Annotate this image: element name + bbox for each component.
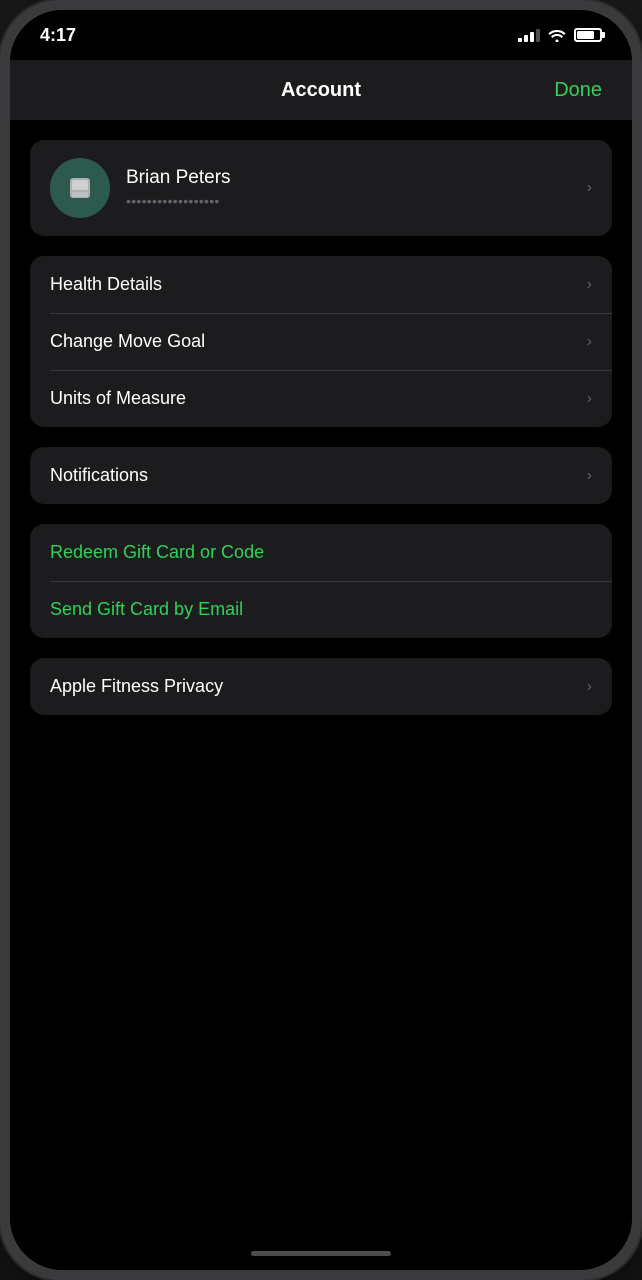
wifi-icon [548,28,566,42]
units-of-measure-chevron: › [587,390,592,408]
apple-fitness-privacy-label: Apple Fitness Privacy [50,676,223,697]
profile-row[interactable]: Brian Peters •••••••••••••••••• › [30,140,612,236]
settings-section: Health Details › Change Move Goal › Unit… [30,256,612,427]
profile-name: Brian Peters [126,167,571,189]
profile-info: Brian Peters •••••••••••••••••• [126,167,571,209]
signal-icon [518,28,540,42]
notifications-row[interactable]: Notifications › [30,447,612,504]
send-gift-card-label: Send Gift Card by Email [50,599,243,620]
phone-frame: 4:17 Account Done [0,0,642,1280]
avatar-image [62,170,98,206]
battery-icon [574,28,602,42]
avatar [50,158,110,218]
notifications-label: Notifications [50,465,148,486]
screen: 4:17 Account Done [10,10,632,1270]
units-of-measure-row[interactable]: Units of Measure › [30,370,612,427]
health-details-label: Health Details [50,274,162,295]
status-icons [518,28,602,42]
profile-chevron: › [587,179,592,197]
health-details-row[interactable]: Health Details › [30,256,612,313]
change-move-goal-row[interactable]: Change Move Goal › [30,313,612,370]
home-indicator [10,1236,632,1270]
profile-card: Brian Peters •••••••••••••••••• › [30,140,612,236]
redeem-gift-card-label: Redeem Gift Card or Code [50,542,264,563]
change-move-goal-chevron: › [587,333,592,351]
health-details-chevron: › [587,276,592,294]
notifications-section: Notifications › [30,447,612,504]
gift-section: Redeem Gift Card or Code Send Gift Card … [30,524,612,638]
home-bar [251,1251,391,1256]
notch [241,10,401,42]
page-title: Account [281,79,361,102]
nav-bar: Account Done [10,60,632,120]
privacy-section: Apple Fitness Privacy › [30,658,612,715]
send-gift-card-row[interactable]: Send Gift Card by Email [30,581,612,638]
apple-fitness-privacy-row[interactable]: Apple Fitness Privacy › [30,658,612,715]
done-button[interactable]: Done [554,79,602,102]
status-time: 4:17 [40,25,76,46]
notifications-chevron: › [587,467,592,485]
redeem-gift-card-row[interactable]: Redeem Gift Card or Code [30,524,612,581]
profile-email: •••••••••••••••••• [126,193,571,209]
units-of-measure-label: Units of Measure [50,388,186,409]
vol-down-button[interactable] [0,370,2,450]
content-area: Brian Peters •••••••••••••••••• › Health… [10,120,632,1236]
vol-up-button[interactable] [0,270,2,350]
apple-fitness-privacy-chevron: › [587,678,592,696]
change-move-goal-label: Change Move Goal [50,331,205,352]
